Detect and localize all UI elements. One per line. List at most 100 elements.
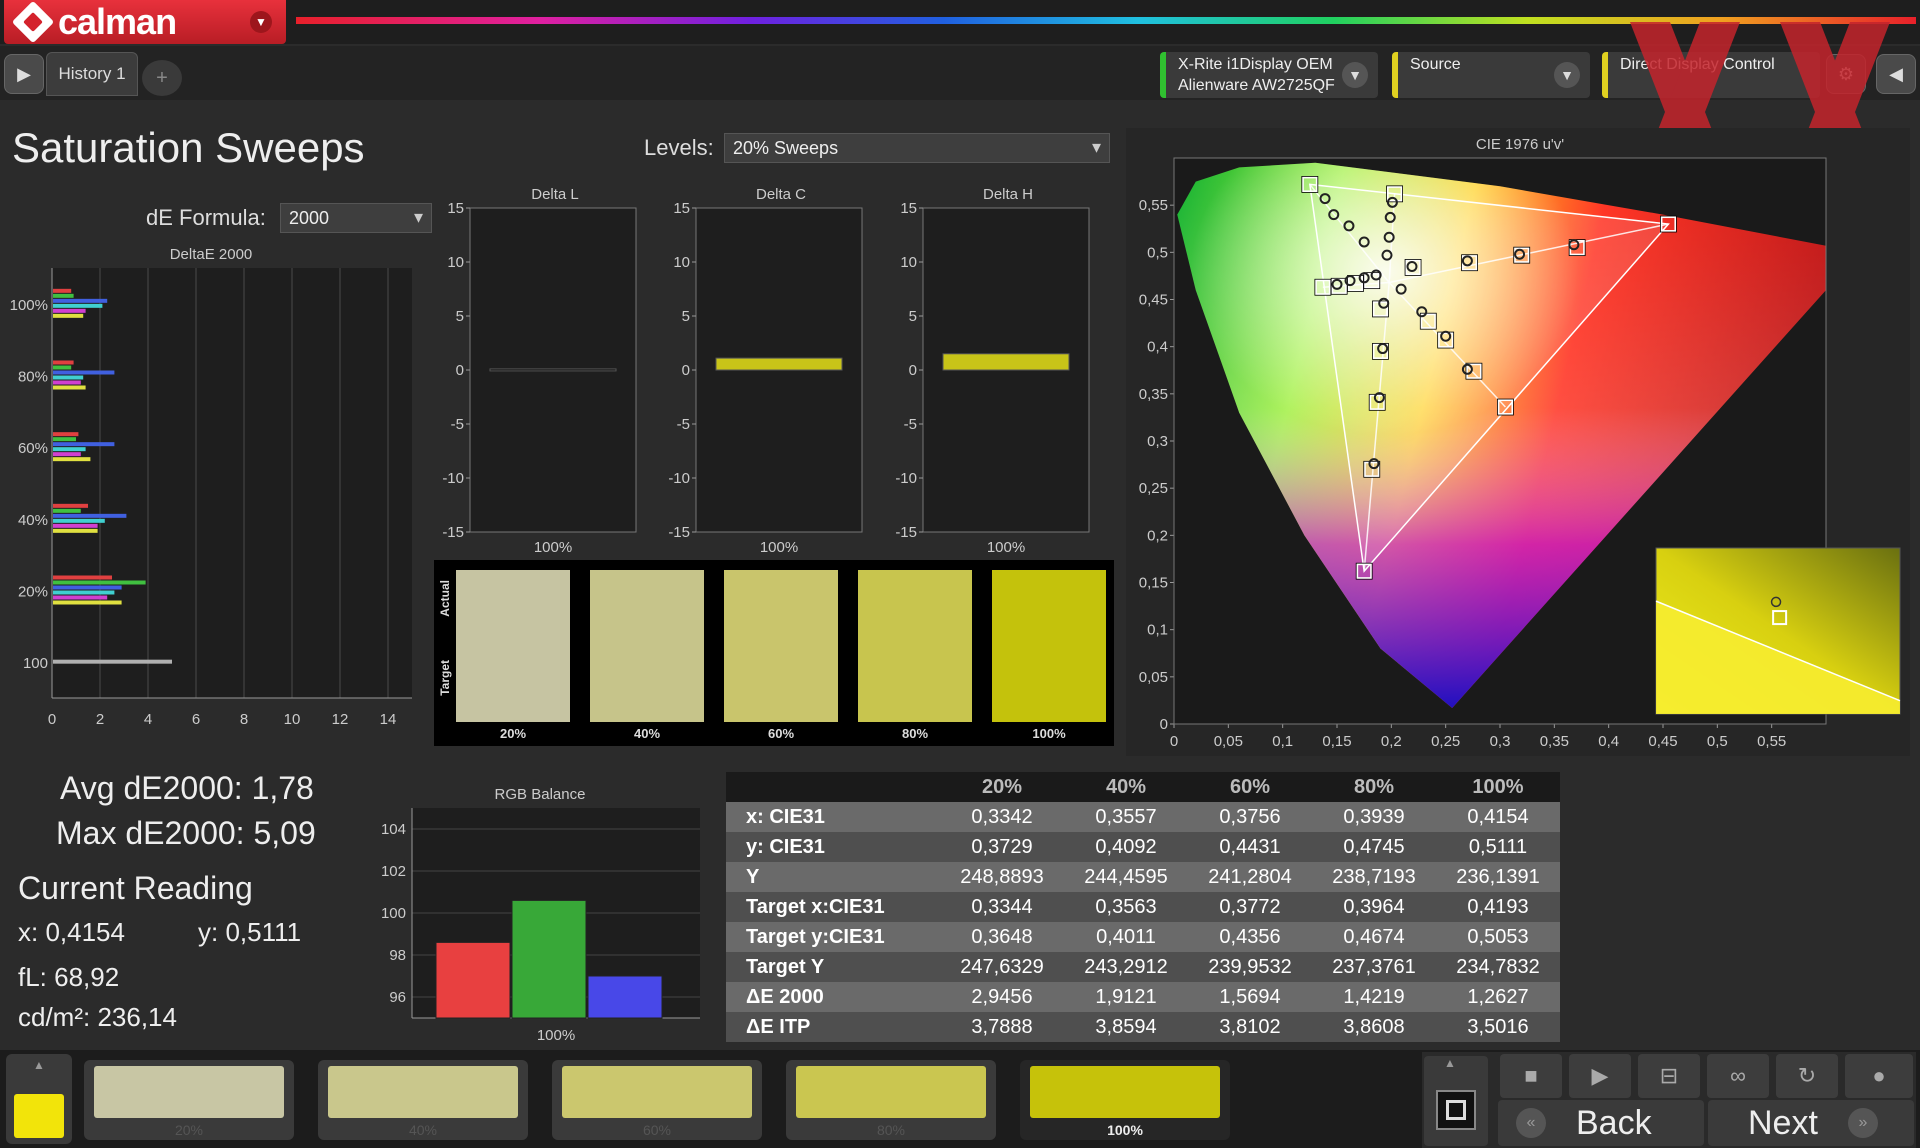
deltae-bar	[53, 518, 105, 523]
deltae-bar	[53, 437, 76, 442]
add-tab-button[interactable]: +	[142, 60, 182, 96]
table-cell: 236,1391	[1436, 862, 1560, 892]
table-cell: 248,8893	[940, 862, 1064, 892]
delta-bar	[715, 357, 843, 371]
table-cell: 244,4595	[1064, 862, 1188, 892]
row-label: Target x:CIE31	[726, 892, 940, 922]
bottom-swatch-2[interactable]: 40%	[318, 1060, 528, 1140]
swatch-label: 40%	[633, 726, 661, 741]
deltae-bar	[53, 432, 79, 437]
read-series-button[interactable]: ⊟	[1638, 1054, 1700, 1098]
y-tick-label: 0,45	[1139, 292, 1168, 309]
refresh-icon: ↻	[1797, 1063, 1817, 1088]
delta-h-chart: 15 10 5 0 -5 -10 -15 100%	[895, 200, 1090, 556]
table-cell: 1,9121	[1064, 982, 1188, 1012]
x-tick-label: 0,55	[1757, 733, 1786, 750]
table-row: y: CIE31 0,3729 0,4092 0,4431 0,4745 0,5111	[726, 832, 1560, 862]
y-tick-label: -5	[904, 416, 917, 433]
y-tick-label: 0,1	[1147, 622, 1168, 639]
read-button[interactable]: ▶	[1569, 1054, 1631, 1098]
deltae-bar	[53, 293, 74, 298]
source-selector[interactable]: Source ▼	[1392, 52, 1590, 98]
next-button[interactable]: Next »	[1708, 1100, 1914, 1146]
circle-icon: ●	[1872, 1063, 1886, 1088]
chevron-down-icon[interactable]: ▼	[1342, 62, 1368, 88]
deltae-bar	[53, 580, 146, 585]
options-button[interactable]: ●	[1845, 1054, 1913, 1098]
swatch-5	[992, 570, 1106, 722]
table-row: x: CIE31 0,3342 0,3557 0,3756 0,3939 0,4154	[726, 802, 1560, 832]
table-cell: 0,3772	[1188, 892, 1312, 922]
de-formula-select[interactable]: 2000	[280, 203, 432, 233]
table-cell: 239,9532	[1188, 952, 1312, 982]
deltae-bar	[53, 659, 172, 664]
x-tick-label: 0,3	[1490, 733, 1511, 750]
deltae-bar	[53, 442, 115, 447]
bottom-swatch-label: 80%	[876, 1122, 906, 1138]
bottom-swatch-label: 100%	[1107, 1122, 1143, 1138]
bottom-swatch-color	[328, 1066, 518, 1118]
current-y: y: 0,5111	[198, 917, 302, 947]
play-workflow-button[interactable]: ▶	[4, 54, 44, 94]
back-button[interactable]: « Back	[1498, 1100, 1704, 1146]
chevron-left-icon: «	[1516, 1108, 1546, 1138]
table-cell: 0,4431	[1188, 832, 1312, 862]
meter-selector[interactable]: X-Rite i1Display OEM Alienware AW2725QF …	[1160, 52, 1378, 98]
swatch-1	[456, 570, 570, 722]
chevron-down-icon[interactable]: ▼	[250, 11, 272, 33]
refresh-button[interactable]: ↻	[1776, 1054, 1838, 1098]
y-tick-label: 0,5	[1147, 244, 1168, 261]
bottom-swatch-1[interactable]: 20%	[84, 1060, 294, 1140]
de-formula-label: dE Formula:	[146, 205, 266, 230]
target-label: Target	[438, 660, 452, 696]
deltae-bar	[53, 365, 72, 370]
bottom-swatch-label: 20%	[174, 1122, 204, 1138]
y-tick-label: 0,05	[1139, 669, 1168, 686]
y-tick-label: 5	[456, 308, 464, 325]
chevron-down-icon[interactable]: ▼	[1554, 62, 1580, 88]
deltae-bar	[53, 303, 103, 308]
y-tick-label: 0	[682, 362, 690, 379]
deltae-bar	[53, 523, 98, 528]
deltae-bar	[53, 457, 91, 462]
table-cell: 3,8608	[1312, 1012, 1436, 1042]
deltae-bar	[53, 288, 72, 293]
table-cell: 0,3648	[940, 922, 1064, 952]
play-icon: ▶	[17, 63, 31, 84]
read-series-icon: ⊟	[1659, 1063, 1679, 1088]
y-tick-label: 98	[389, 947, 406, 964]
swatch-label: 80%	[901, 726, 929, 741]
back-label: Back	[1576, 1103, 1652, 1142]
swatch-3	[724, 570, 838, 722]
stop-measure-button[interactable]: ■	[1500, 1054, 1562, 1098]
deltae-bar	[53, 375, 84, 380]
swatch-label: 60%	[767, 726, 795, 741]
current-reading-label: Current Reading	[18, 870, 253, 906]
y-tick-label: 100	[381, 905, 406, 922]
y-tick-label: 0,35	[1139, 386, 1168, 403]
bottom-swatch-5[interactable]: 100%	[1020, 1060, 1230, 1140]
chevron-right-icon: »	[1847, 1108, 1878, 1138]
table-cell: 0,4011	[1064, 922, 1188, 952]
row-label: Target Y	[726, 952, 940, 982]
x-tick-label: 0	[1170, 733, 1178, 750]
bottom-swatch-4[interactable]: 80%	[786, 1060, 996, 1140]
chevron-up-icon[interactable]: ▲	[1444, 1056, 1456, 1070]
y-tick-label: 15	[900, 200, 917, 217]
app-logo-menu[interactable]: calman ▼	[4, 0, 286, 44]
table-row: ΔE ITP 3,7888 3,8594 3,8102 3,8608 3,5016	[726, 1012, 1560, 1042]
y-tick-label: 0,15	[1139, 575, 1168, 592]
bottom-swatch-3[interactable]: 60%	[552, 1060, 762, 1140]
chevron-up-icon[interactable]: ▲	[26, 1058, 52, 1074]
stop-button[interactable]	[1436, 1090, 1476, 1130]
y-tick-label: -10	[442, 470, 464, 487]
tab-history[interactable]: History 1	[46, 52, 138, 96]
deltae-bar	[53, 298, 108, 303]
table-cell: 0,4154	[1436, 802, 1560, 832]
y-tick-label: 0,3	[1147, 433, 1168, 450]
actual-label: Actual	[438, 580, 452, 617]
table-cell: 1,4219	[1312, 982, 1436, 1012]
continuous-read-button[interactable]: ∞	[1707, 1054, 1769, 1098]
deltae-bar	[53, 600, 122, 605]
levels-select[interactable]: 20% Sweeps	[724, 133, 1110, 163]
